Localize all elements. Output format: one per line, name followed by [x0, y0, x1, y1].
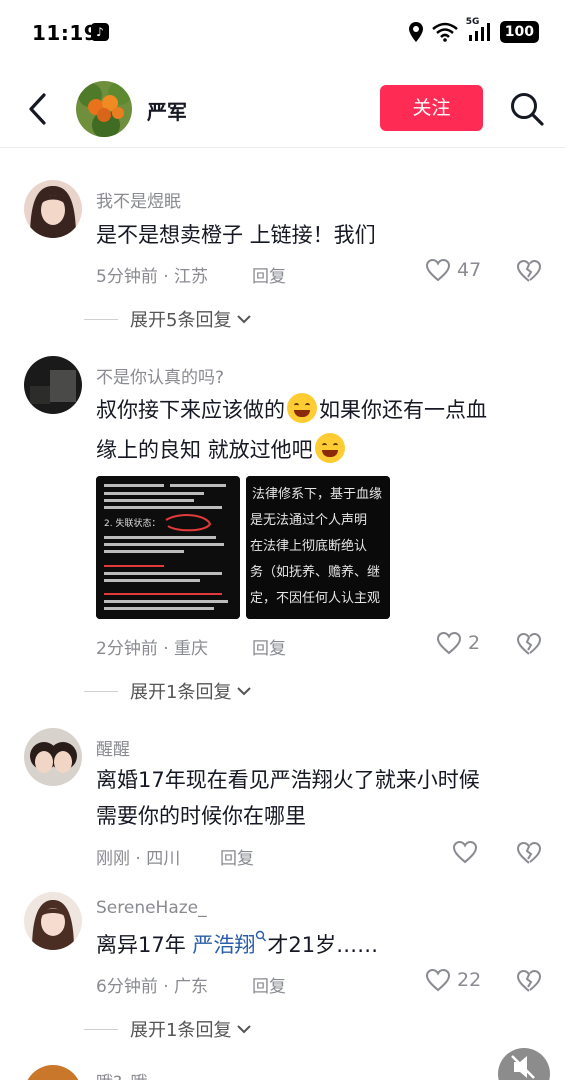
comment-item: 哦?_哦 — [0, 1060, 565, 1080]
like-button[interactable]: 2 — [436, 631, 480, 655]
comment-text-part: 离异17年 — [96, 933, 193, 957]
dislike-button[interactable] — [516, 631, 542, 657]
like-button[interactable]: 22 — [425, 968, 481, 992]
avatar[interactable] — [24, 180, 82, 238]
comment-text-line: 离婚17年现在看见严浩翔火了就来小时候 — [96, 768, 480, 792]
chevron-down-icon — [237, 1025, 252, 1034]
like-button[interactable] — [452, 840, 478, 864]
dislike-button[interactable] — [516, 968, 542, 994]
heart-icon — [452, 840, 478, 864]
header: 严军 关注 — [0, 70, 565, 148]
comment-time-location: 2分钟前 · 重庆 — [96, 639, 209, 659]
comment-text: 离婚17年现在看见严浩翔火了就来小时候 需要你的时候你在哪里 — [96, 762, 546, 834]
expand-replies-label: 展开1条回复 — [130, 682, 232, 703]
divider — [84, 690, 118, 692]
comment-image[interactable]: 2. 失联状态： — [96, 476, 240, 619]
comment-time-location: 刚刚 · 四川 — [96, 849, 181, 869]
avatar[interactable] — [24, 356, 82, 414]
comment-time-location: 5分钟前 · 江苏 — [96, 267, 209, 287]
back-button[interactable] — [24, 90, 52, 128]
speaker-muted-icon — [511, 1055, 535, 1079]
like-count: 2 — [468, 632, 481, 654]
image-text: 是无法通过个人声明 — [250, 513, 367, 528]
grin-emoji-icon — [314, 433, 345, 463]
comment-username[interactable]: 哦?_哦 — [96, 1068, 148, 1080]
reply-button[interactable]: 回复 — [252, 262, 286, 287]
image-text: 法律修系下，基于血缘 — [252, 487, 382, 502]
signal-icon: 5G — [466, 17, 492, 43]
avatar[interactable] — [24, 892, 82, 950]
like-button[interactable]: 47 — [425, 258, 481, 282]
reply-button[interactable]: 回复 — [252, 634, 286, 659]
search-button[interactable] — [508, 90, 546, 128]
search-icon — [256, 930, 267, 942]
comment-text: 是不是想卖橙子 上链接！我们 — [96, 223, 376, 247]
like-count: 22 — [457, 969, 482, 991]
comment-text-part: 如果你还有一点血 — [319, 398, 487, 422]
status-icons: 5G 100 — [408, 17, 539, 44]
expand-replies-button[interactable]: 展开5条回复 — [84, 306, 253, 332]
mute-button[interactable] — [498, 1048, 550, 1080]
follow-button[interactable]: 关注 — [380, 85, 483, 131]
comment-text: 离异17年 严浩翔 才21岁…… — [96, 926, 546, 964]
divider — [84, 318, 118, 320]
expand-replies-button[interactable]: 展开1条回复 — [84, 678, 253, 704]
expand-replies-button[interactable]: 展开1条回复 — [84, 1016, 253, 1042]
dislike-button[interactable] — [516, 840, 542, 866]
comment-item: 不是你认真的吗? 叔你接下来应该做的 如果你还有一点血 缘上的良知 就放过他吧 2… — [0, 356, 565, 706]
location-icon — [408, 22, 423, 42]
comment-username[interactable]: 我不是煜眠 — [96, 187, 181, 212]
comment-item: SereneHaze_ 离异17年 严浩翔 才21岁…… 6分钟前 · 广东 回复… — [0, 892, 565, 1042]
search-icon — [511, 93, 544, 126]
broken-heart-icon — [516, 632, 542, 655]
tiktok-notification-icon: ♪ — [91, 23, 109, 41]
broken-heart-icon — [516, 841, 542, 864]
status-bar: 11:19 ♪ 5G 100 — [0, 0, 565, 62]
broken-heart-icon — [516, 259, 542, 282]
image-text: 定，不因任何人认主观 — [250, 590, 380, 606]
comment-username[interactable]: SereneHaze_ — [96, 898, 207, 918]
avatar[interactable] — [76, 81, 132, 137]
expand-replies-label: 展开1条回复 — [130, 1020, 232, 1041]
comment-username[interactable]: 不是你认真的吗? — [96, 363, 224, 388]
image-text: 务（如抚养、赡养、继 — [250, 564, 380, 580]
avatar[interactable] — [24, 1065, 82, 1080]
divider — [84, 1028, 118, 1030]
heart-icon — [425, 258, 451, 282]
chevron-down-icon — [237, 687, 252, 696]
mention-link[interactable]: 严浩翔 — [192, 933, 255, 957]
like-count: 47 — [457, 259, 482, 281]
battery-indicator: 100 — [499, 21, 539, 43]
chevron-down-icon — [237, 315, 252, 324]
broken-heart-icon — [516, 969, 542, 992]
comment-text-line: 需要你的时候你在哪里 — [96, 804, 306, 828]
grin-emoji-icon — [287, 393, 317, 423]
comment-text-part: 叔你接下来应该做的 — [96, 398, 285, 422]
status-time: 11:19 — [32, 21, 99, 45]
comment-item: 我不是煜眠 是不是想卖橙子 上链接！我们 5分钟前 · 江苏 回复 47 展开5… — [0, 180, 565, 340]
comment-username[interactable]: 醒醒 — [96, 735, 130, 760]
comment-text-part: 才21岁…… — [267, 933, 379, 957]
avatar[interactable] — [24, 728, 82, 786]
reply-button[interactable]: 回复 — [252, 972, 286, 997]
image-text: 在法律上彻底断绝认 — [250, 538, 367, 554]
profile-name[interactable]: 严军 — [147, 96, 187, 125]
heart-icon — [436, 631, 462, 655]
comment-item: 醒醒 离婚17年现在看见严浩翔火了就来小时候 需要你的时候你在哪里 刚刚 · 四… — [0, 728, 565, 878]
comment-image[interactable]: 法律修系下，基于血缘 是无法通过个人声明 在法律上彻底断绝认 务（如抚养、赡养、… — [246, 476, 390, 619]
comment-text-part: 缘上的良知 就放过他吧 — [96, 438, 313, 462]
heart-icon — [425, 968, 451, 992]
reply-button[interactable]: 回复 — [220, 844, 254, 869]
image-text: 2. 失联状态： — [104, 517, 160, 529]
comment-time-location: 6分钟前 · 广东 — [96, 977, 209, 997]
dislike-button[interactable] — [516, 258, 542, 284]
expand-replies-label: 展开5条回复 — [130, 310, 232, 331]
chevron-left-icon — [29, 93, 46, 125]
wifi-icon — [431, 22, 458, 42]
comment-text: 叔你接下来应该做的 如果你还有一点血 缘上的良知 就放过他吧 — [96, 390, 546, 470]
